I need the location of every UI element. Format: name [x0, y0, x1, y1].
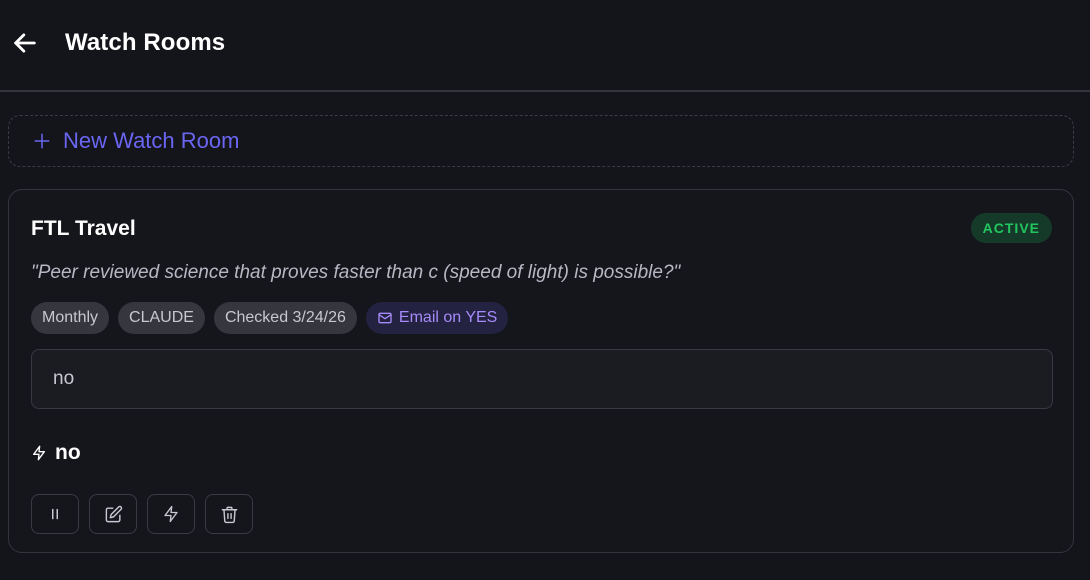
- mail-icon: [378, 312, 392, 324]
- delete-button[interactable]: [205, 494, 253, 534]
- arrow-left-icon: [14, 33, 36, 53]
- zap-icon: [33, 445, 45, 461]
- pause-button[interactable]: [31, 494, 79, 534]
- status-badge: ACTIVE: [970, 213, 1052, 243]
- result-line: no: [31, 441, 81, 465]
- run-now-button[interactable]: [147, 494, 195, 534]
- edit-icon: [105, 505, 122, 522]
- room-chips: Monthly CLAUDE Checked 3/24/26 Email on …: [31, 302, 509, 334]
- app-header: Watch Rooms: [0, 0, 1090, 92]
- plus-icon: [33, 132, 51, 150]
- edit-button[interactable]: [89, 494, 137, 534]
- room-actions: [31, 494, 253, 534]
- watch-room-card: FTL Travel ACTIVE "Peer reviewed science…: [8, 189, 1074, 553]
- room-name: FTL Travel: [31, 217, 136, 240]
- back-button[interactable]: [8, 26, 42, 60]
- email-notify-chip[interactable]: Email on YES: [365, 302, 509, 334]
- new-watch-room-label: New Watch Room: [63, 128, 240, 153]
- model-chip: CLAUDE: [118, 302, 205, 334]
- frequency-chip: Monthly: [31, 302, 110, 334]
- page-title: Watch Rooms: [65, 29, 226, 56]
- email-notify-label: Email on YES: [398, 309, 498, 326]
- zap-icon: [164, 505, 178, 523]
- result-text: no: [55, 441, 81, 464]
- new-watch-room-button[interactable]: New Watch Room: [8, 115, 1074, 167]
- trash-icon: [221, 506, 237, 523]
- checked-date-chip: Checked 3/24/26: [213, 302, 357, 334]
- room-query: "Peer reviewed science that proves faste…: [31, 262, 681, 283]
- pause-icon: [52, 508, 58, 520]
- answer-box: no: [31, 349, 1053, 409]
